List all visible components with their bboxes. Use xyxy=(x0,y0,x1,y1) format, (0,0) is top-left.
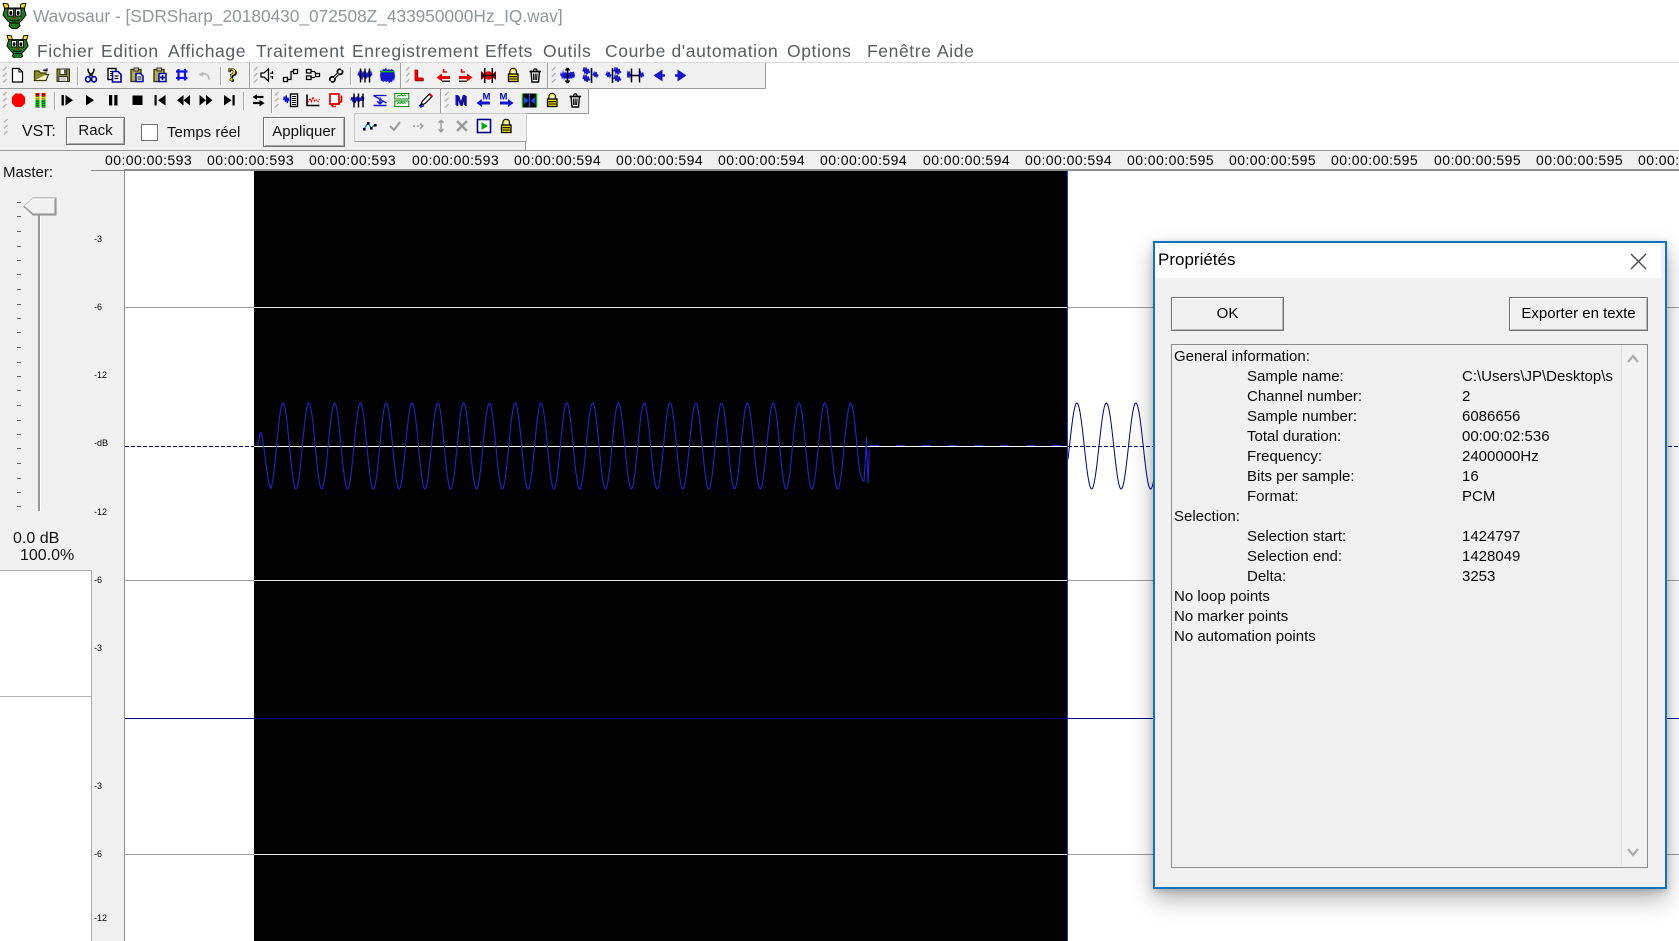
svg-text:M: M xyxy=(500,92,508,103)
svg-text:M: M xyxy=(483,92,491,103)
svg-text:M: M xyxy=(454,93,466,109)
svg-text:?: ? xyxy=(227,67,237,84)
